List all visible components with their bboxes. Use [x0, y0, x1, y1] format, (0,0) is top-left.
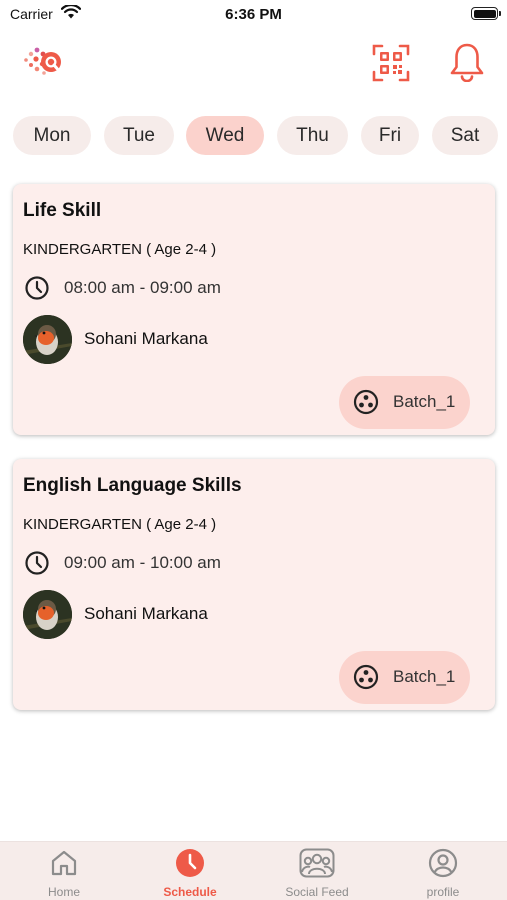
batch-group-icon [353, 664, 379, 690]
teacher-avatar [23, 315, 72, 364]
day-tab-mon[interactable]: Mon [13, 116, 91, 155]
day-tab-fri[interactable]: Fri [361, 116, 419, 155]
battery-icon [471, 7, 501, 20]
nav-schedule[interactable]: Schedule [135, 842, 245, 900]
day-tab-wed[interactable]: Wed [186, 116, 264, 155]
class-title: Life Skill [23, 200, 102, 221]
class-level: KINDERGARTEN ( Age 2-4 ) [23, 241, 217, 258]
people-icon [299, 848, 335, 878]
nav-profile[interactable]: profile [388, 842, 498, 900]
class-card[interactable]: English Language Skills KINDERGARTEN ( A… [13, 459, 495, 710]
nav-home[interactable]: Home [9, 842, 119, 900]
status-time: 6:36 PM [225, 6, 282, 23]
batch-label: Batch_1 [393, 392, 456, 411]
clock-icon [25, 276, 49, 300]
clock-icon [176, 849, 204, 877]
teacher-name: Sohani Markana [84, 329, 208, 348]
batch-label: Batch_1 [393, 667, 456, 686]
day-tab-tue[interactable]: Tue [104, 116, 174, 155]
day-tab-thu[interactable]: Thu [277, 116, 348, 155]
nav-social-feed[interactable]: Social Feed [262, 842, 372, 900]
day-tab-sat[interactable]: Sat [432, 116, 498, 155]
batch-group-icon [353, 389, 379, 415]
class-title: English Language Skills [23, 475, 242, 496]
teacher-name: Sohani Markana [84, 604, 208, 623]
app-logo-icon[interactable] [22, 44, 68, 80]
bottom-nav: Home Schedule Social Feed profile [0, 841, 507, 900]
day-selector: Mon Tue Wed Thu Fri Sat [0, 116, 507, 156]
nav-social-feed-label: Social Feed [285, 885, 349, 899]
home-icon [51, 850, 77, 876]
nav-schedule-label: Schedule [163, 885, 217, 899]
profile-icon [428, 848, 458, 878]
class-time: 08:00 am - 09:00 am [64, 278, 221, 297]
batch-button[interactable]: Batch_1 [339, 651, 470, 704]
teacher-avatar [23, 590, 72, 639]
class-card[interactable]: Life Skill KINDERGARTEN ( Age 2-4 ) 08:0… [13, 184, 495, 435]
nav-home-label: Home [47, 885, 80, 899]
nav-profile-label: profile [426, 885, 460, 899]
class-level: KINDERGARTEN ( Age 2-4 ) [23, 516, 217, 533]
qr-scan-icon[interactable] [372, 44, 410, 82]
clock-icon [25, 551, 49, 575]
status-bar: Carrier 6:36 PM [0, 0, 507, 30]
bell-icon[interactable] [448, 42, 486, 82]
class-time: 09:00 am - 10:00 am [64, 553, 221, 572]
batch-button[interactable]: Batch_1 [339, 376, 470, 429]
